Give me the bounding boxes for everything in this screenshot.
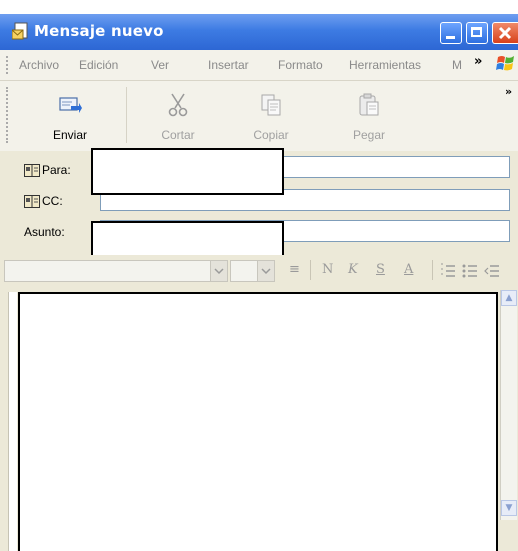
format-separator (432, 260, 433, 280)
font-name-combo[interactable] (4, 260, 228, 282)
scissors-icon (168, 93, 188, 117)
menu-mensaje[interactable]: M (452, 58, 462, 72)
format-separator (310, 260, 311, 280)
scroll-up-button[interactable]: ▲ (501, 290, 517, 306)
menubar-grip[interactable] (6, 56, 11, 74)
copy-button-label: Copiar (253, 128, 289, 142)
message-header: Para: CC: Asunto: (0, 148, 518, 268)
chevron-down-icon (261, 268, 271, 275)
maximize-icon (471, 27, 482, 37)
font-size-dropdown[interactable] (257, 261, 274, 281)
paste-button[interactable]: Pegar (334, 81, 404, 151)
message-body-editor[interactable] (18, 292, 498, 551)
minimize-button[interactable] (440, 22, 462, 44)
send-icon (59, 97, 82, 113)
send-button[interactable]: Enviar (35, 81, 105, 151)
copy-button[interactable]: Copiar (236, 81, 306, 151)
toolbar-separator (126, 87, 127, 143)
font-color-button[interactable]: A (404, 262, 413, 277)
minimize-icon (446, 36, 455, 39)
send-button-label: Enviar (52, 128, 87, 142)
address-book-icon[interactable] (24, 164, 40, 177)
cc-label: CC: (42, 194, 63, 208)
menu-overflow-chevron[interactable]: » (474, 54, 482, 69)
to-label: Para: (42, 163, 71, 177)
paste-button-label: Pegar (352, 128, 386, 142)
menu-formato[interactable]: Formato (278, 58, 323, 72)
close-button[interactable] (492, 22, 518, 44)
numbered-list-icon[interactable] (440, 263, 456, 279)
redaction-box-to (91, 148, 284, 195)
scroll-down-button[interactable]: ▼ (501, 500, 517, 516)
maximize-button[interactable] (466, 22, 488, 44)
background-strip (0, 0, 518, 14)
vertical-scrollbar[interactable]: ▲ ▼ (500, 290, 517, 520)
italic-button[interactable]: K (348, 262, 358, 277)
menu-herramientas[interactable]: Herramientas (349, 58, 421, 72)
window-title: Mensaje nuevo (34, 22, 164, 40)
new-message-icon (12, 22, 28, 40)
menu-ver[interactable]: Ver (151, 58, 169, 72)
address-book-cc-icon[interactable] (24, 195, 40, 208)
copy-icon (261, 94, 281, 116)
format-toolbar: ≡ N K S A (0, 255, 518, 286)
title-bar[interactable]: Mensaje nuevo (0, 14, 518, 50)
font-name-dropdown[interactable] (210, 261, 227, 281)
style-icon[interactable]: ≡ (289, 262, 300, 277)
cut-button-label: Cortar (161, 128, 195, 142)
underline-button[interactable]: S (376, 262, 385, 277)
paste-icon (359, 93, 379, 116)
menu-bar: Archivo Edición Ver Insertar Formato Her… (0, 50, 518, 81)
font-size-combo[interactable] (230, 260, 275, 282)
toolbar-overflow-chevron[interactable]: » (505, 85, 512, 98)
subject-label: Asunto: (24, 225, 65, 239)
main-toolbar: Enviar Cortar Copiar Pegar » (0, 81, 518, 152)
toolbar-grip[interactable] (6, 87, 11, 143)
status-corner (500, 520, 518, 551)
decrease-indent-icon[interactable] (484, 263, 500, 279)
close-icon (498, 26, 512, 40)
bullet-list-icon[interactable] (462, 263, 478, 279)
menu-archivo[interactable]: Archivo (19, 58, 59, 72)
menu-insertar[interactable]: Insertar (208, 58, 249, 72)
menu-edicion[interactable]: Edición (79, 58, 118, 72)
chevron-down-icon (214, 268, 224, 275)
bold-button[interactable]: N (322, 262, 333, 277)
windows-logo-icon (496, 56, 514, 71)
body-left-edge (8, 292, 17, 551)
cut-button[interactable]: Cortar (143, 81, 213, 151)
